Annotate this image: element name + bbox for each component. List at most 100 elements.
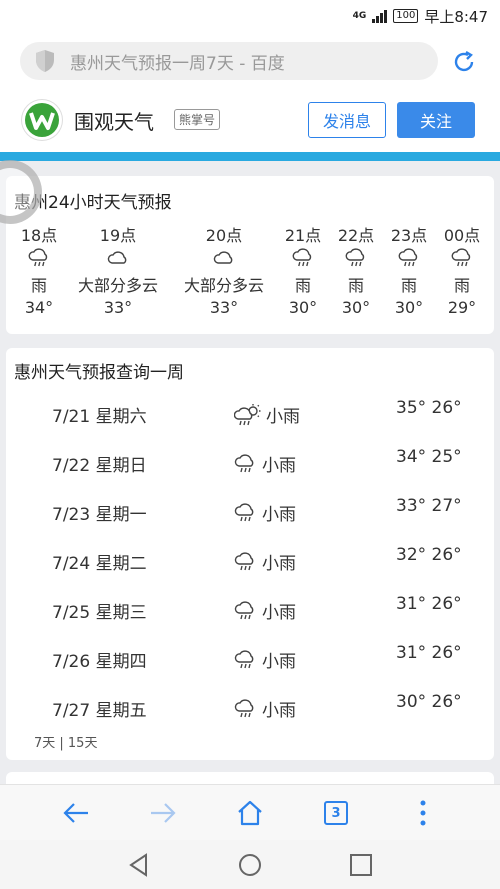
forecast-desc: 小雨 [262,456,296,476]
forecast-desc: 小雨 [266,407,300,427]
hour-temp: 33° [209,298,239,317]
hour-time: 23点 [390,226,428,245]
rain-icon [234,649,254,668]
send-message-button[interactable]: 发消息 [308,102,386,138]
forecast-desc: 小雨 [262,505,296,525]
url-text: 惠州天气预报一周7天 - 百度 [70,53,285,74]
hour-time: 19点 [99,226,137,245]
hour-item: 18点 雨 34° [21,222,57,317]
security-shield-icon [36,50,54,72]
hour-temp: 30° [394,298,424,317]
url-field[interactable]: 惠州天气预报一周7天 - 百度 [20,42,438,80]
forecast-date: 7/25 星期三 [52,603,147,623]
forecast-desc: 小雨 [262,603,296,623]
nav-back-icon[interactable] [126,852,152,878]
hour-temp: 33° [103,298,133,317]
forecast-row[interactable]: 7/21 星期六 小雨 35° 26° [6,398,494,450]
menu-button[interactable] [407,797,439,829]
hour-item: 00点 雨 29° [444,222,480,317]
forecast-weather: 小雨 [234,598,296,623]
forecast-weather: 小雨 [234,696,296,721]
hour-desc: 雨 [453,276,470,295]
forecast-temps: 34° 25° [396,447,462,467]
hour-desc: 大部分多云 [77,276,159,295]
account-logo[interactable] [22,100,62,140]
signal-icon [372,9,388,23]
hour-item: 23点 雨 30° [391,222,427,317]
forecast-weather: 小雨 [234,500,296,525]
hour-desc: 大部分多云 [183,276,265,295]
forecast-desc: 小雨 [262,701,296,721]
forecast-date: 7/21 星期六 [52,407,147,427]
network-indicator: 4G [352,11,367,21]
forecast-temps: 33° 27° [396,496,462,516]
hour-time: 20点 [205,226,243,245]
account-name[interactable]: 围观天气 [74,106,154,135]
hour-desc: 雨 [400,276,417,295]
clock: 早上8:47 [424,7,488,26]
account-badge: 熊掌号 [174,109,221,130]
hour-desc: 雨 [347,276,364,295]
forecast-date: 7/22 星期日 [52,456,147,476]
rain-icon [391,244,427,272]
hourly-forecast-card: 惠州24小时天气预报 18点 雨 34° 19点 大部分多云 33° 20点 大… [6,176,494,334]
hour-time: 18点 [20,226,58,245]
rain-icon [285,244,321,272]
forecast-temps: 35° 26° [396,398,462,418]
forecast-weather: 小雨 [234,451,296,476]
tabs-button[interactable]: 3 [320,797,352,829]
forecast-weather: 小雨 [234,549,296,574]
home-icon [238,800,262,826]
arrow-left-icon [63,803,88,823]
forecast-date: 7/24 星期二 [52,554,147,574]
browser-address-bar: 惠州天气预报一周7天 - 百度 [0,32,500,88]
hour-item: 20点 大部分多云 33° [184,222,264,317]
forecast-date: 7/23 星期一 [52,505,147,525]
hour-desc: 雨 [294,276,311,295]
forecast-temps: 31° 26° [396,594,462,614]
rain-icon [21,244,57,272]
forecast-date: 7/27 星期五 [52,701,147,721]
rain-icon [234,453,254,472]
forecast-desc: 小雨 [262,652,296,672]
nav-home-icon[interactable] [237,852,263,878]
sun-rain-icon [234,403,261,425]
forecast-row[interactable]: 7/23 星期一 小雨 33° 27° [6,496,494,548]
forecast-weather: 小雨 [234,402,300,427]
forecast-row[interactable]: 7/25 星期三 小雨 31° 26° [6,594,494,646]
follow-button[interactable]: 关注 [397,102,475,138]
hour-temp: 29° [447,298,477,317]
hour-item: 19点 大部分多云 33° [78,222,158,317]
hour-item: 21点 雨 30° [285,222,321,317]
account-header: 围观天气 熊掌号 发消息 关注 [0,88,500,152]
home-button[interactable] [234,797,266,829]
rain-icon [234,551,254,570]
forward-button[interactable] [147,797,179,829]
reload-icon[interactable] [452,50,476,74]
forecast-temps: 32° 26° [396,545,462,565]
forecast-date: 7/26 星期四 [52,652,147,672]
weekly-forecast-title: 惠州天气预报查询一周 [14,363,184,383]
hour-temp: 30° [288,298,318,317]
forecast-row[interactable]: 7/26 星期四 小雨 31° 26° [6,643,494,695]
rain-icon [234,698,254,717]
forecast-temps: 30° 26° [396,692,462,712]
back-button[interactable] [60,797,92,829]
rain-icon [234,600,254,619]
browser-toolbar: 3 [0,784,500,840]
weekly-forecast-card: 惠州天气预报查询一周 7/21 星期六 小雨 35° 26° 7/22 星期日 … [6,348,494,760]
hour-temp: 30° [341,298,371,317]
cloudy-icon [184,244,264,272]
hour-time: 22点 [337,226,375,245]
arrow-right-icon [151,803,176,823]
forecast-temps: 31° 26° [396,643,462,663]
hour-time: 21点 [284,226,322,245]
battery-icon: 100 [393,9,419,23]
w-logo-icon [25,103,59,137]
forecast-row[interactable]: 7/24 星期二 小雨 32° 26° [6,545,494,597]
forecast-range-links[interactable]: 7天 | 15天 [34,732,97,751]
forecast-row[interactable]: 7/22 星期日 小雨 34° 25° [6,447,494,499]
rain-icon [234,502,254,521]
nav-recents-icon[interactable] [348,852,374,878]
hour-temp: 34° [24,298,54,317]
